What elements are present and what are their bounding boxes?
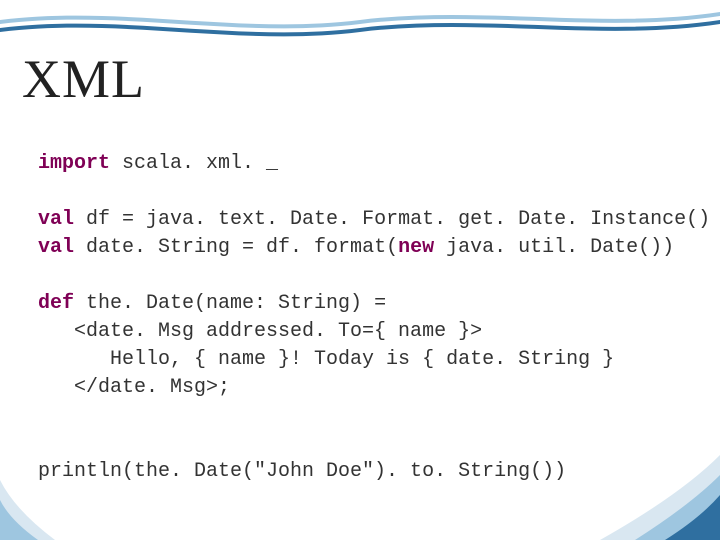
code-text: df = java. text. Date. Format. get. Date… <box>74 208 710 231</box>
keyword-new: new <box>398 236 434 259</box>
code-block: import scala. xml. _ val df = java. text… <box>38 150 710 486</box>
keyword-import: import <box>38 152 110 175</box>
code-text: java. util. Date()) <box>434 236 674 259</box>
code-text: <date. Msg addressed. To={ name }> <box>38 320 482 343</box>
wave-decoration-top <box>0 0 720 50</box>
code-text: date. String = df. format( <box>74 236 398 259</box>
keyword-def: def <box>38 292 74 315</box>
slide-title: XML <box>22 48 145 110</box>
code-text: the. Date(name: String) = <box>74 292 386 315</box>
keyword-val: val <box>38 208 74 231</box>
code-text: Hello, { name }! Today is { date. String… <box>38 348 614 371</box>
code-text: scala. xml. _ <box>110 152 278 175</box>
code-text: println(the. Date("John Doe"). to. Strin… <box>38 460 566 483</box>
keyword-val: val <box>38 236 74 259</box>
code-text: </date. Msg>; <box>38 376 230 399</box>
